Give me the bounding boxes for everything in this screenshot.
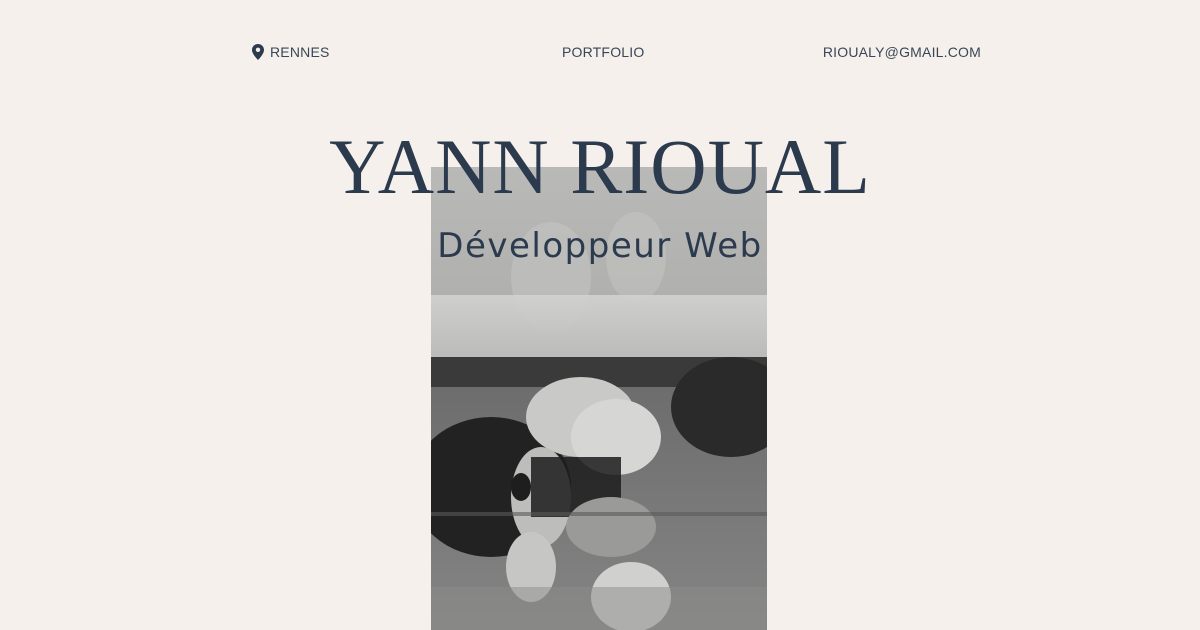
top-nav: RENNES PORTFOLIO RIOUALY@GMAIL.COM [0, 44, 1200, 64]
location-label: RENNES [270, 44, 330, 60]
portfolio-link[interactable]: PORTFOLIO [562, 44, 644, 60]
hero-role: Développeur Web [437, 226, 763, 266]
email-link[interactable]: RIOUALY@GMAIL.COM [823, 44, 981, 60]
map-pin-icon [252, 44, 264, 60]
location-link[interactable]: RENNES [252, 44, 330, 60]
hero-name: YANN RIOUAL [329, 123, 871, 210]
